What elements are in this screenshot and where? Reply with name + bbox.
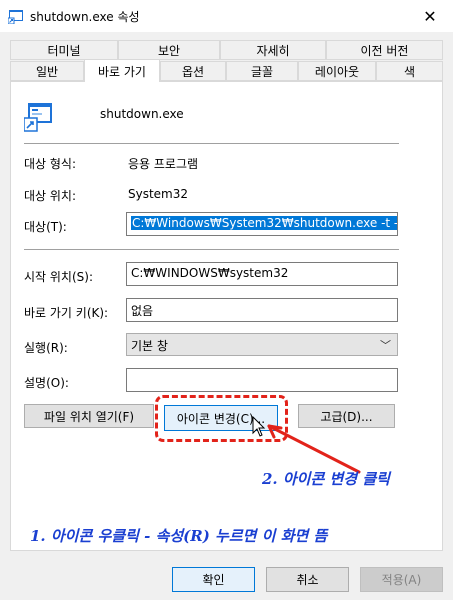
- tab-details[interactable]: 자세히: [220, 40, 326, 60]
- run-select-value: 기본 창: [131, 339, 168, 353]
- divider: [24, 249, 399, 250]
- ok-button[interactable]: 확인: [172, 567, 255, 592]
- tab-general[interactable]: 일반: [10, 61, 84, 81]
- tab-terminal[interactable]: 터미널: [10, 40, 118, 60]
- shortcut-key-label: 바로 가기 키(K):: [24, 306, 109, 320]
- tab-previous-versions[interactable]: 이전 버전: [326, 40, 443, 60]
- comment-label: 설명(O):: [24, 376, 69, 390]
- divider: [24, 143, 399, 144]
- close-button[interactable]: ✕: [407, 0, 453, 32]
- target-type-value: 응용 프로그램: [128, 157, 199, 171]
- chevron-down-icon: ﹀: [380, 339, 391, 352]
- tab-font[interactable]: 글꼴: [226, 61, 298, 81]
- run-select[interactable]: 기본 창 ﹀: [126, 333, 398, 356]
- target-input[interactable]: C:₩Windows₩System32₩shutdown.exe -t -s 0: [126, 212, 398, 236]
- apply-button[interactable]: 적용(A): [360, 567, 443, 592]
- shortcut-key-input[interactable]: 없음: [126, 298, 398, 322]
- start-in-input[interactable]: C:₩WINDOWS₩system32: [126, 262, 398, 286]
- tab-layout[interactable]: 레이아웃: [298, 61, 376, 81]
- tab-colors[interactable]: 색: [376, 61, 443, 81]
- target-input-value: C:₩Windows₩System32₩shutdown.exe -t -s 0: [131, 216, 397, 230]
- tab-security[interactable]: 보안: [118, 40, 220, 60]
- file-name: shutdown.exe: [100, 107, 184, 121]
- tab-shortcut-front[interactable]: 바로 가기: [84, 59, 160, 82]
- shortcut-key-value: 없음: [131, 304, 154, 318]
- comment-input[interactable]: [126, 368, 398, 392]
- open-file-location-button[interactable]: 파일 위치 열기(F): [24, 404, 154, 428]
- window-title: shutdown.exe 속성: [30, 10, 140, 24]
- target-location-value: System32: [128, 187, 189, 201]
- annotation-step-2: 2. 아이콘 변경 클릭: [262, 470, 390, 488]
- target-label: 대상(T):: [24, 220, 67, 234]
- cancel-button[interactable]: 취소: [266, 567, 349, 592]
- mouse-cursor-icon: [252, 416, 266, 437]
- start-in-label: 시작 위치(S):: [24, 270, 93, 284]
- run-label: 실행(R):: [24, 341, 68, 355]
- close-icon: ✕: [423, 6, 437, 26]
- annotation-step-1: 1. 아이콘 우클릭 - 속성(R) 누르면 이 화면 뜸: [30, 527, 328, 545]
- tab-options[interactable]: 옵션: [160, 61, 226, 81]
- target-location-label: 대상 위치:: [24, 189, 77, 203]
- shortcut-app-icon: [8, 10, 23, 24]
- target-type-label: 대상 형식:: [24, 157, 77, 171]
- start-in-value: C:₩WINDOWS₩system32: [131, 266, 289, 280]
- title-bar: shutdown.exe 속성 ✕: [0, 0, 453, 32]
- shortcut-file-icon: [24, 103, 52, 132]
